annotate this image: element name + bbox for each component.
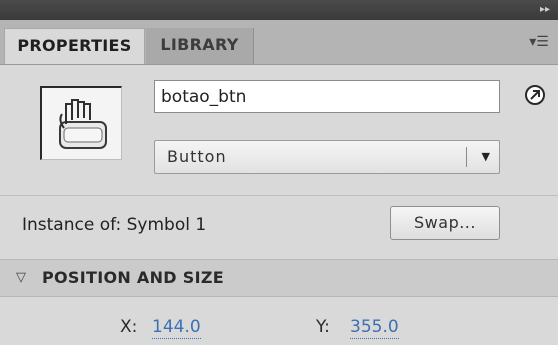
symbol-type-select[interactable]: Button ▼ bbox=[154, 140, 500, 174]
select-divider bbox=[466, 147, 467, 167]
swap-button[interactable]: Swap... bbox=[390, 206, 500, 240]
symbol-type-value: Button bbox=[167, 147, 227, 166]
button-symbol-hand-icon bbox=[59, 99, 107, 149]
double-right-arrow-icon[interactable]: ▸▸ bbox=[538, 3, 552, 17]
panel-tab-strip: PROPERTIES LIBRARY ▾☰ bbox=[0, 20, 558, 65]
tab-properties[interactable]: PROPERTIES bbox=[4, 28, 145, 64]
divider bbox=[0, 195, 558, 196]
instance-name-input[interactable] bbox=[154, 80, 500, 113]
instance-of-label: Instance of: Symbol 1 bbox=[22, 215, 207, 235]
x-label: X: bbox=[120, 317, 138, 337]
section-title: POSITION AND SIZE bbox=[42, 268, 224, 287]
y-label: Y: bbox=[316, 317, 330, 337]
tab-library[interactable]: LIBRARY bbox=[146, 28, 254, 64]
triangle-down-icon: ▽ bbox=[16, 270, 26, 285]
panel-title-bar: ▸▸ bbox=[0, 0, 558, 20]
chevron-down-icon: ▼ bbox=[481, 150, 490, 163]
x-value[interactable]: 144.0 bbox=[152, 316, 201, 339]
y-value[interactable]: 355.0 bbox=[350, 316, 399, 339]
position-and-size-header[interactable]: ▽ POSITION AND SIZE bbox=[0, 259, 558, 297]
panel-menu-icon[interactable]: ▾☰ bbox=[528, 34, 550, 50]
symbol-preview bbox=[40, 86, 122, 160]
arrow-circle-icon[interactable] bbox=[524, 84, 546, 106]
